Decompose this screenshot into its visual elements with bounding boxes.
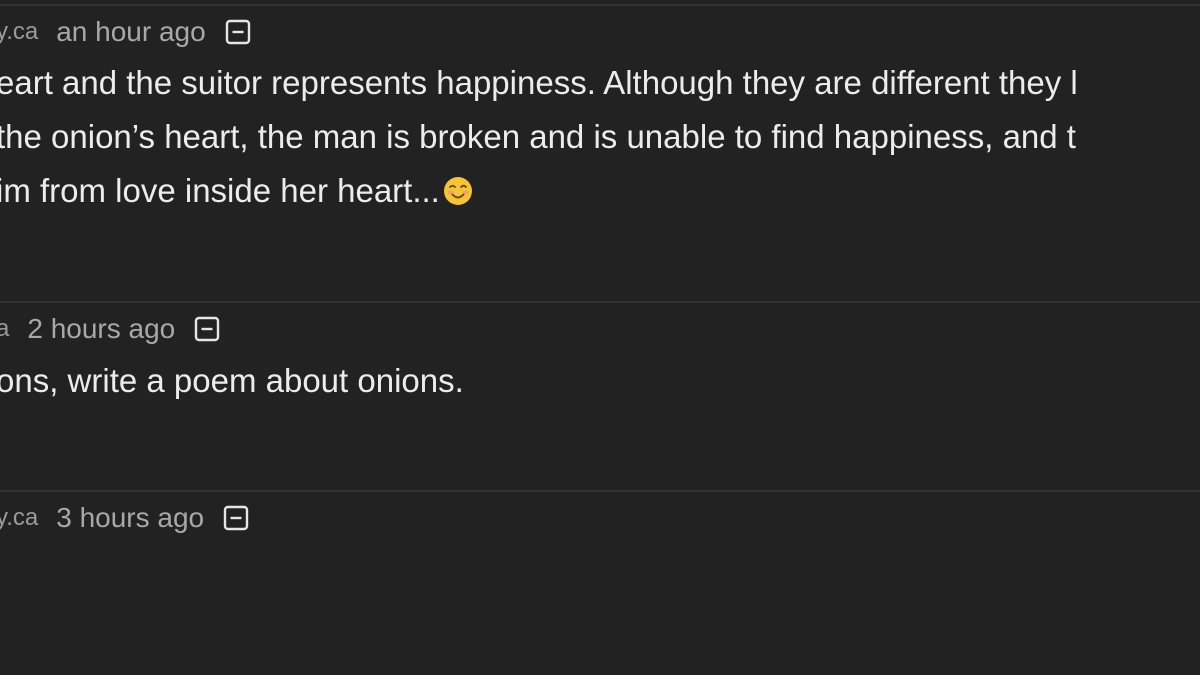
comment-header: y.ca an hour ago <box>0 12 252 52</box>
comment-timestamp[interactable]: 3 hours ago <box>56 502 204 534</box>
comment-timestamp[interactable]: 2 hours ago <box>27 313 175 345</box>
smiling-face-icon <box>443 177 472 205</box>
minus-square-icon[interactable] <box>224 18 252 46</box>
comment-body: eart and the suitor represents happiness… <box>0 56 1078 218</box>
comment-line: ons, write a poem about onions. <box>0 362 464 399</box>
comment-divider <box>0 301 1200 303</box>
minus-square-icon[interactable] <box>193 315 221 343</box>
comment-divider <box>0 490 1200 492</box>
comment-author[interactable]: y.ca <box>0 18 38 46</box>
comment-author[interactable]: a <box>0 315 9 343</box>
comment-body: ons, write a poem about onions. <box>0 354 464 408</box>
comment-line: eart and the suitor represents happiness… <box>0 64 1078 101</box>
comment-line: im from love inside her heart... <box>0 164 1078 218</box>
comment-line: the onion’s heart, the man is broken and… <box>0 118 1076 155</box>
minus-square-icon[interactable] <box>222 504 250 532</box>
comment-author[interactable]: y.ca <box>0 504 38 532</box>
comment-timestamp[interactable]: an hour ago <box>56 16 205 48</box>
comment-header: y.ca 3 hours ago <box>0 498 250 538</box>
comment-header: a 2 hours ago <box>0 309 221 349</box>
comment-divider <box>0 4 1200 6</box>
